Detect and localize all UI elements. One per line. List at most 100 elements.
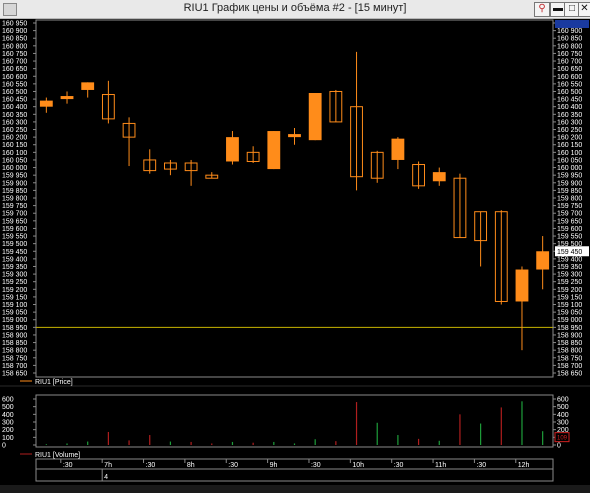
price-tick-label-left: 160 500	[2, 89, 27, 96]
current-price-label: 159 450	[557, 249, 582, 256]
time-tick-label: :30	[476, 462, 486, 469]
price-tick-label-right: 160 050	[557, 157, 582, 164]
price-tick-label-left: 159 400	[2, 256, 27, 263]
price-tick-label-right: 158 850	[557, 340, 582, 347]
price-tick-label-right: 160 000	[557, 165, 582, 172]
price-tick-label-left: 159 200	[2, 287, 27, 294]
price-tick-label-left: 160 550	[2, 81, 27, 88]
price-tick-label-right: 160 650	[557, 66, 582, 73]
price-tick-label-right: 158 750	[557, 355, 582, 362]
volume-tick-label-left: 200	[2, 427, 14, 434]
price-tick-label-right: 160 450	[557, 97, 582, 104]
price-tick-label-left: 160 750	[2, 51, 27, 58]
volume-tick-label-right: 0	[557, 443, 561, 450]
price-tick-label-right: 160 500	[557, 89, 582, 96]
price-tick-label-left: 160 400	[2, 104, 27, 111]
price-tick-label-right: 160 700	[557, 59, 582, 66]
price-tick-label-left: 159 450	[2, 249, 27, 256]
price-tick-label-right: 159 800	[557, 196, 582, 203]
price-tick-label-left: 160 800	[2, 43, 27, 50]
price-tick-label-right: 159 650	[557, 218, 582, 225]
window-titlebar: RIU1 График цены и объёма #2 - [15 минут…	[0, 0, 590, 19]
volume-tick-label-left: 0	[2, 443, 6, 450]
candle-body-up	[60, 96, 74, 100]
price-tick-label-left: 160 900	[2, 28, 27, 35]
price-tick-label-right: 159 400	[557, 256, 582, 263]
price-tick-label-left: 160 000	[2, 165, 27, 172]
price-tick-label-right: 159 100	[557, 302, 582, 309]
price-tick-label-left: 159 150	[2, 294, 27, 301]
candle-body-up	[432, 172, 446, 182]
chart-canvas[interactable]: 160 950160 950160 900160 900160 850160 8…	[0, 19, 590, 493]
time-tick-label: 12h	[518, 462, 530, 469]
pin-button[interactable]: ⚲	[534, 2, 550, 17]
price-tick-label-right: 159 950	[557, 173, 582, 180]
price-tick-label-left: 159 550	[2, 234, 27, 241]
price-tick-label-left: 159 000	[2, 317, 27, 324]
volume-tick-label-right: 400	[557, 412, 569, 419]
price-tick-label-right: 158 950	[557, 325, 582, 332]
date-label: 4	[104, 474, 108, 481]
price-tick-label-left: 160 450	[2, 97, 27, 104]
candle-body-up	[308, 93, 322, 141]
price-tick-label-right: 160 100	[557, 150, 582, 157]
volume-legend-label: RIU1 [Volume]	[35, 452, 80, 459]
price-tick-label-left: 159 600	[2, 226, 27, 233]
price-tick-label-left: 160 050	[2, 157, 27, 164]
price-tick-label-left: 158 950	[2, 325, 27, 332]
price-tick-label-left: 160 200	[2, 135, 27, 142]
volume-tick-label-left: 500	[2, 404, 14, 411]
price-tick-label-left: 159 700	[2, 211, 27, 218]
candle-body-up	[288, 134, 301, 138]
price-tick-label-right: 159 850	[557, 188, 582, 195]
price-tick-label-right: 159 350	[557, 264, 582, 271]
candle-body-up	[267, 131, 281, 170]
price-tick-label-left: 159 900	[2, 180, 27, 187]
price-tick-label-left: 160 850	[2, 36, 27, 43]
price-tick-label-left: 160 350	[2, 112, 27, 119]
candle-body-up	[226, 137, 239, 162]
horizontal-scrollbar[interactable]	[0, 485, 590, 493]
price-tick-label-left: 160 650	[2, 66, 27, 73]
candle-body-up	[536, 251, 550, 270]
price-tick-label-right: 158 700	[557, 363, 582, 370]
volume-tick-label-left: 400	[2, 412, 14, 419]
price-tick-label-left: 160 150	[2, 142, 27, 149]
price-tick-label-left: 160 250	[2, 127, 27, 134]
price-tick-label-left: 158 650	[2, 371, 27, 378]
price-tick-label-left: 159 300	[2, 272, 27, 279]
price-tick-label-left: 158 700	[2, 363, 27, 370]
time-tick-label: 11h	[435, 462, 446, 469]
price-tick-label-right: 160 800	[557, 43, 582, 50]
price-tick-label-left: 159 750	[2, 203, 27, 210]
volume-tick-label-left: 100	[2, 435, 14, 442]
price-tick-label-right: 160 200	[557, 135, 582, 142]
price-tick-label-right: 159 150	[557, 294, 582, 301]
price-tick-label-right: 160 600	[557, 74, 582, 81]
time-tick-label: :30	[146, 462, 156, 469]
time-tick-label: 7h	[104, 462, 112, 469]
price-tick-label-right: 159 700	[557, 211, 582, 218]
price-tick-label-right: 159 600	[557, 226, 582, 233]
price-tick-label-right: 160 400	[557, 104, 582, 111]
price-tick-label-right: 159 300	[557, 272, 582, 279]
close-button[interactable]: ✕	[578, 2, 590, 17]
price-panel-frame	[35, 19, 554, 378]
volume-tick-label-left: 300	[2, 420, 14, 427]
price-tick-label-right: 158 650	[557, 371, 582, 378]
price-tick-label-left: 160 600	[2, 74, 27, 81]
time-tick-label: 9h	[270, 462, 278, 469]
volume-tick-label-left: 600	[2, 397, 14, 404]
candle-body-up	[39, 100, 53, 107]
price-tick-label-right: 159 750	[557, 203, 582, 210]
price-tick-label-left: 158 850	[2, 340, 27, 347]
price-tick-label-right: 160 250	[557, 127, 582, 134]
volume-tick-label-right: 300	[557, 420, 569, 427]
candle-body-up	[515, 269, 529, 302]
time-tick-label: :30	[63, 462, 73, 469]
price-tick-label-right: 158 800	[557, 348, 582, 355]
price-tick-label-right: 159 000	[557, 317, 582, 324]
time-tick-label: 8h	[187, 462, 195, 469]
price-tick-label-right: 159 900	[557, 180, 582, 187]
price-tick-label-left: 159 500	[2, 241, 27, 248]
